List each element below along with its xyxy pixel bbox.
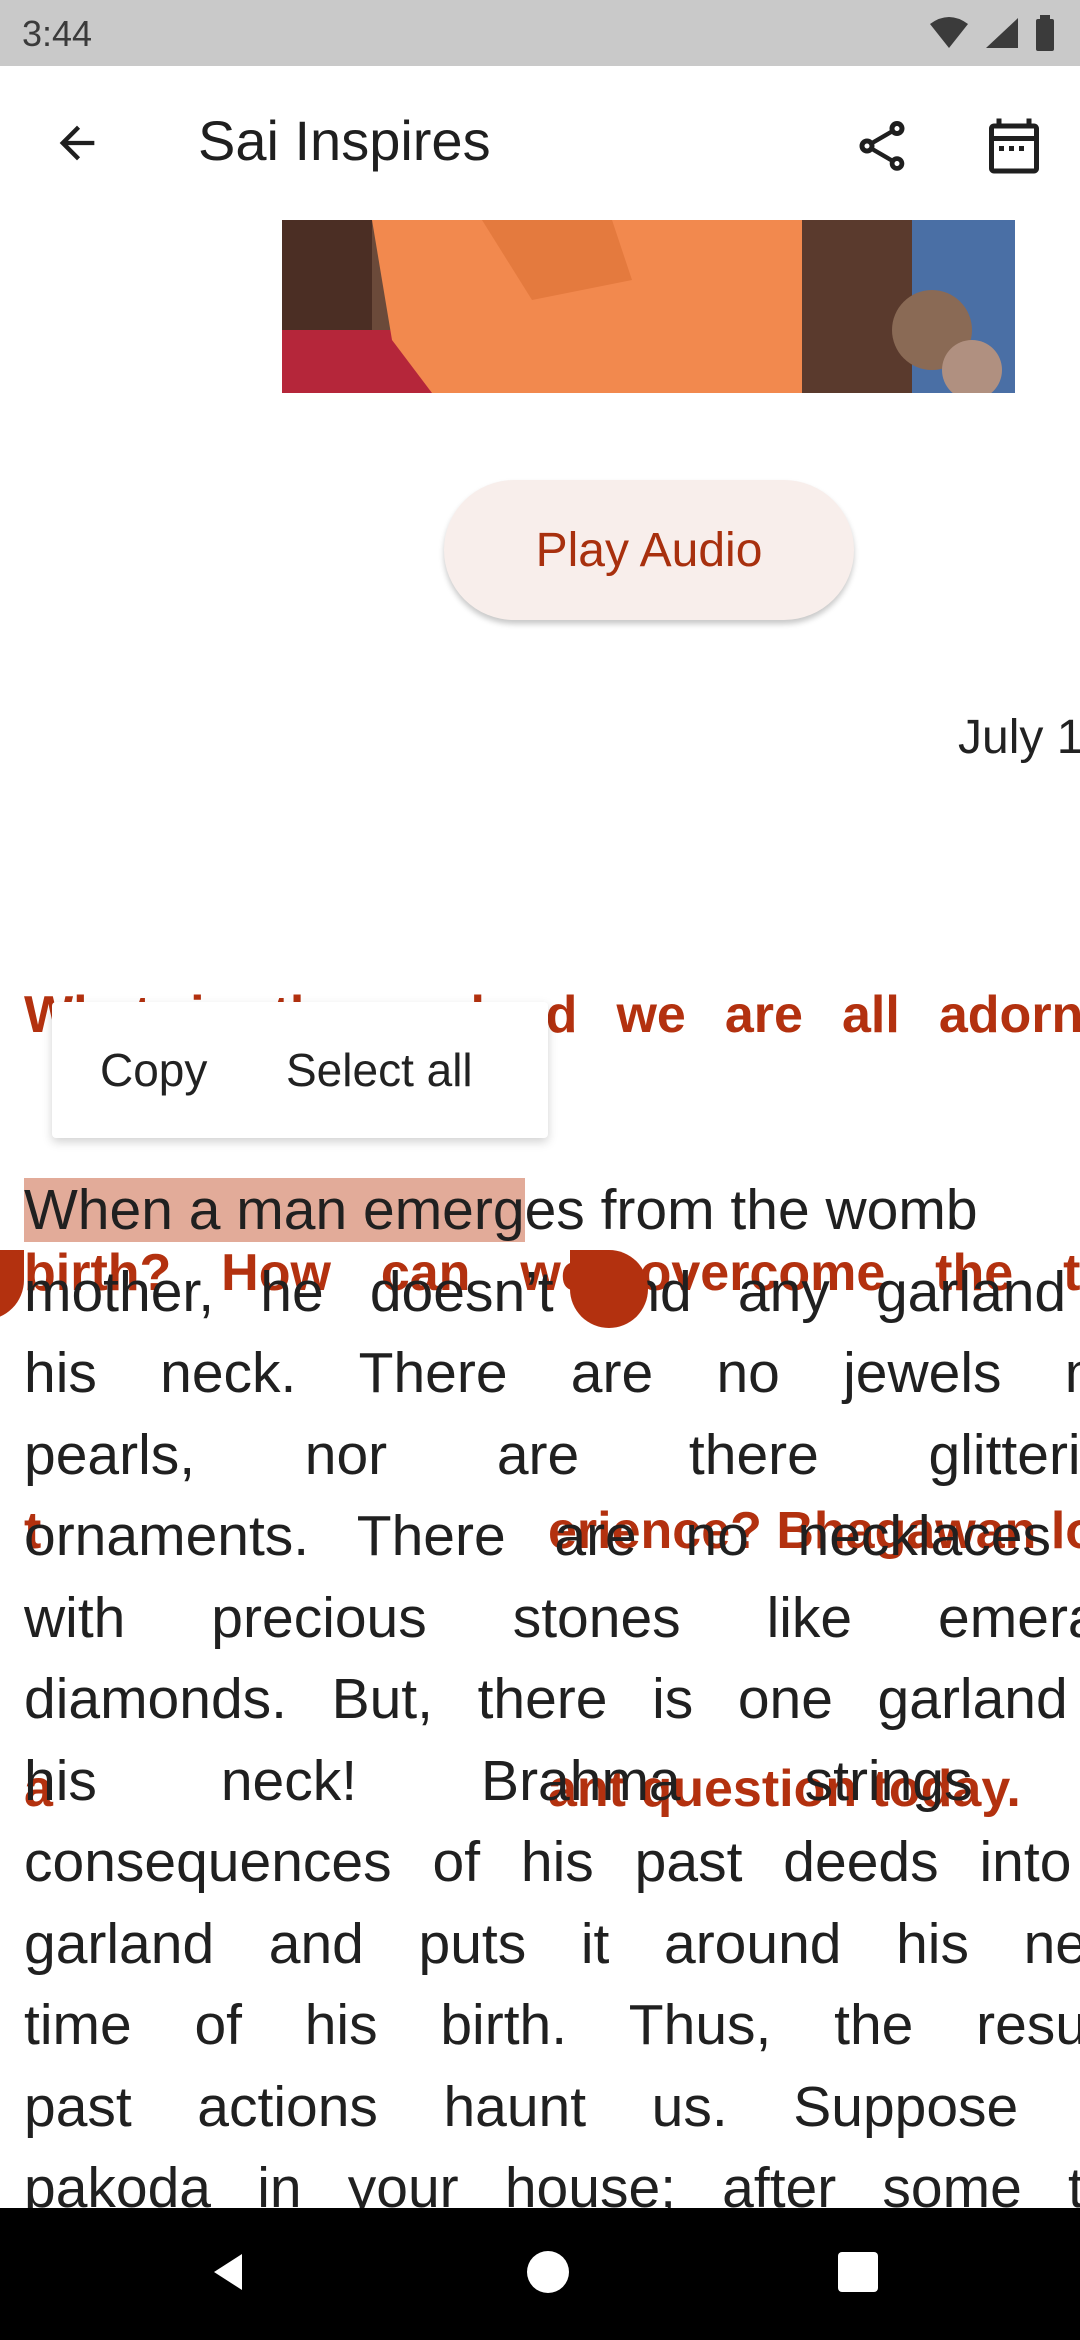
share-button[interactable] [846, 110, 918, 182]
nav-back-icon[interactable] [198, 2242, 258, 2302]
body-line: When a man emerges from the womb [24, 1178, 978, 1242]
body-line: his neck. There are no jewels ma [24, 1341, 1080, 1405]
body-line: garland and puts it around his neck [24, 1911, 1080, 1976]
cellular-signal-icon [986, 18, 1018, 48]
select-all-button[interactable]: Select all [286, 1002, 473, 1138]
content-scroll[interactable]: Play Audio July 1 What is the garland we… [0, 220, 1080, 2208]
body-line: pearls, nor are there glittering [24, 1422, 1080, 1487]
page-title: Sai Inspires [198, 109, 491, 172]
body-line: pakoda in your house; after some tim [24, 2156, 1080, 2208]
hero-image [282, 220, 1015, 393]
thought-body[interactable]: When a man emerges from the womb mother,… [24, 1170, 1080, 2208]
battery-icon [1036, 15, 1054, 51]
status-time: 3:44 [22, 13, 93, 54]
swami-photo [282, 220, 1015, 393]
play-audio-button[interactable]: Play Audio [444, 480, 854, 620]
selection-handle-end[interactable] [570, 1250, 648, 1328]
wifi-icon [930, 17, 968, 48]
body-line: consequences of his past deeds into a [24, 1830, 1080, 1894]
calendar-button[interactable] [978, 110, 1050, 182]
body-line: diamonds. But, there is one garland a [24, 1667, 1080, 1731]
app-bar: Sai Inspires [0, 66, 1080, 220]
body-line: ornaments. There are no necklaces st [24, 1504, 1080, 1568]
status-bar: 3:44 [0, 0, 1080, 66]
copy-button[interactable]: Copy [100, 1002, 207, 1138]
back-button[interactable] [44, 110, 110, 176]
navigation-bar [0, 2208, 1080, 2340]
arrow-back-icon [59, 125, 95, 161]
date-label: July 1 [958, 711, 1080, 764]
body-line: his neck! Brahma strings to [24, 1748, 1080, 1813]
selection-handle-start[interactable] [0, 1250, 24, 1320]
share-icon [859, 121, 905, 171]
nav-home-icon[interactable] [518, 2242, 578, 2302]
body-line: mother, he doesn’t find any garland a [24, 1259, 1080, 1324]
text-selection-menu: Copy Select all [52, 1002, 548, 1138]
calendar-icon [989, 118, 1039, 174]
selected-text: When a man emerg [24, 1178, 525, 1242]
body-line: past actions haunt us. Suppose yo [24, 2074, 1080, 2139]
body-line: with precious stones like emerald [24, 1585, 1080, 1650]
body-line: time of his birth. Thus, the results [24, 1993, 1080, 2057]
status-icons [928, 12, 1056, 54]
nav-recents-icon[interactable] [828, 2242, 888, 2302]
